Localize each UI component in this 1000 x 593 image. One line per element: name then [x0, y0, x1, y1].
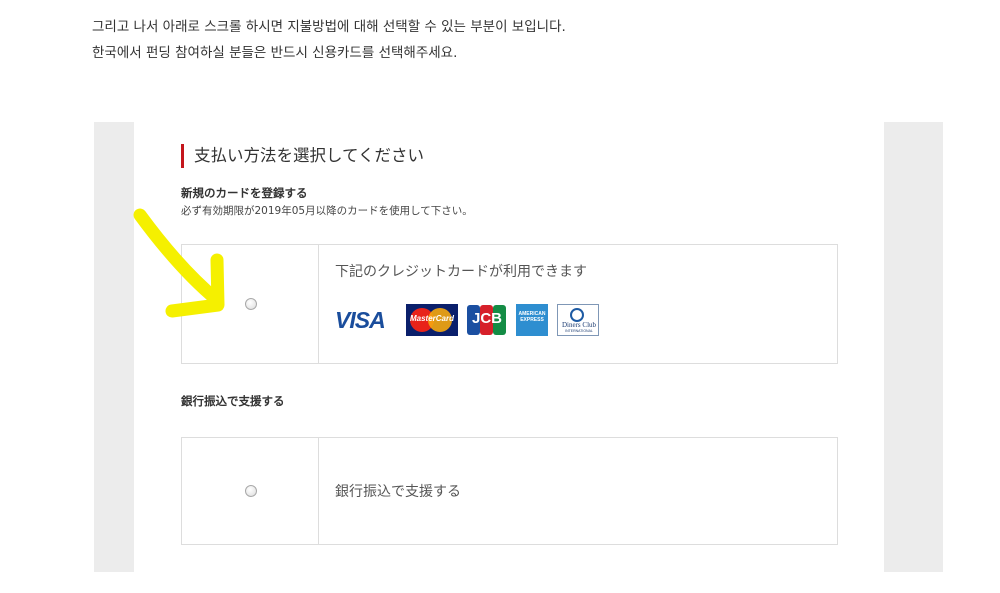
yellow-arrow-icon — [133, 208, 225, 318]
bank-transfer-option-label: 銀行振込で支援する — [335, 484, 461, 500]
visa-logo: VISA — [335, 307, 386, 333]
payment-method-title: 支払い方法を選択してください — [181, 144, 424, 168]
jcb-logo: JCB — [467, 304, 507, 336]
bank-transfer-radio[interactable] — [245, 485, 257, 497]
bank-transfer-option[interactable]: 銀行振込で支援する — [181, 437, 838, 545]
intro-text: 그리고 나서 아래로 스크롤 하시면 지불방법에 대해 선택할 수 있는 부분이… — [92, 18, 566, 70]
bank-transfer-radio-cell[interactable] — [182, 438, 319, 544]
credit-card-option[interactable]: 下記のクレジットカードが利用できます VISA MasterCard JCB A… — [181, 244, 838, 364]
mastercard-logo: MasterCard — [406, 304, 458, 336]
intro-line-2: 한국에서 펀딩 참여하실 분들은 반드시 신용카드를 선택해주세요. — [92, 45, 458, 61]
diners-club-logo: Diners Club INTERNATIONAL — [557, 304, 599, 336]
new-card-heading: 新規のカードを登録する — [181, 186, 308, 200]
intro-line-1: 그리고 나서 아래로 스크롤 하시면 지불방법에 대해 선택할 수 있는 부분이… — [92, 19, 566, 35]
amex-logo: AMERICAN EXPRESS — [516, 304, 548, 336]
bank-transfer-heading: 銀行振込で支援する — [181, 394, 285, 408]
credit-card-option-label: 下記のクレジットカードが利用できます — [335, 264, 587, 280]
